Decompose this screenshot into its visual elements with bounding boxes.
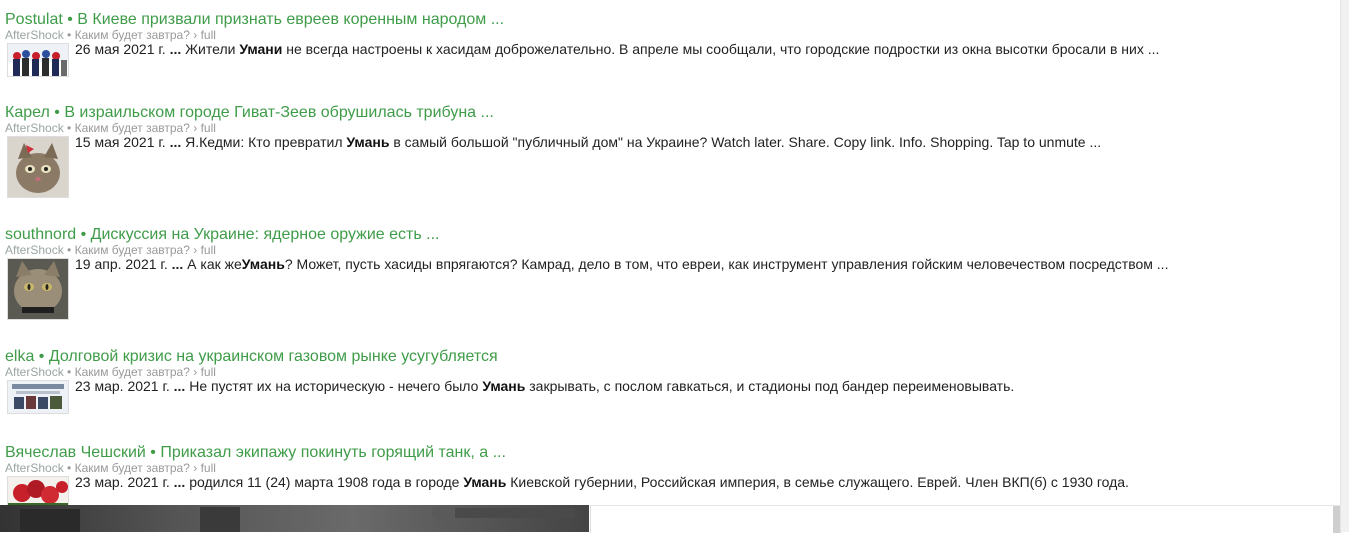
result-snippet: 23 мар. 2021 г. ... родился 11 (24) март… xyxy=(75,473,1129,491)
snippet-highlight: Умань xyxy=(346,134,390,150)
result-date: 23 мар. 2021 г. xyxy=(75,474,170,490)
snippet-text-before: родился 11 (24) марта 1908 года в городе xyxy=(189,474,460,490)
result-site-name: AfterShock xyxy=(5,121,64,135)
result-title-link[interactable]: Вячеслав Чешский • Приказал экипажу поки… xyxy=(5,444,506,462)
snippet-text-before: Жители xyxy=(185,41,236,57)
result-snippet: 23 мар. 2021 г. ... Не пустят их на исто… xyxy=(75,377,1014,395)
result-title-link[interactable]: Карел • В израильском городе Гиват-Зеев … xyxy=(5,104,494,122)
result-site-name: AfterShock xyxy=(5,365,64,379)
result-site-name: AfterShock xyxy=(5,243,64,257)
result-snippet: 26 мая 2021 г. ... Жители Умани не всегд… xyxy=(75,40,1159,58)
snippet-text-after: закрывать, с послом гавкаться, и стадион… xyxy=(529,378,1015,394)
result-ellipsis: ... xyxy=(171,256,184,272)
snippet-text-before: Не пустят их на историческую - нечего бы… xyxy=(189,378,479,394)
result-title-link[interactable]: elka • Долговой кризис на украинском газ… xyxy=(5,348,498,366)
result-snippet: 15 мая 2021 г. ... Я.Кедми: Кто преврати… xyxy=(75,133,1101,151)
result-date: 23 мар. 2021 г. xyxy=(75,378,170,394)
result-ellipsis: ... xyxy=(169,134,182,150)
result-title-link[interactable]: southnord • Дискуссия на Украине: ядерно… xyxy=(5,226,439,244)
result-thumbnail[interactable] xyxy=(7,136,69,198)
content-panel xyxy=(590,505,1341,533)
search-results-list: Postulat • В Киеве призвали признать евр… xyxy=(0,0,1340,510)
result-site-name: AfterShock xyxy=(5,461,64,475)
result-thumbnail[interactable] xyxy=(7,43,69,77)
result-date: 19 апр. 2021 г. xyxy=(75,256,168,272)
result-ellipsis: ... xyxy=(169,41,182,57)
result-thumbnail[interactable] xyxy=(7,380,69,414)
vertical-scrollbar[interactable] xyxy=(1340,0,1349,532)
result-snippet: 19 апр. 2021 г. ... А как жеУмань? Может… xyxy=(75,255,1168,273)
result-thumbnail[interactable] xyxy=(7,258,69,320)
snippet-text-after: ? Может, пусть хасиды впрягаются? Камрад… xyxy=(284,256,1169,272)
snippet-highlight: Умани xyxy=(239,41,283,57)
result-title-link[interactable]: Postulat • В Киеве призвали признать евр… xyxy=(5,11,504,29)
snippet-text-before: А как же xyxy=(187,256,242,272)
snippet-highlight: Умань xyxy=(241,256,285,272)
snippet-highlight: Умань xyxy=(482,378,526,394)
snippet-text-before: Я.Кедми: Кто превратил xyxy=(185,134,343,150)
result-date: 26 мая 2021 г. xyxy=(75,41,166,57)
result-site-name: AfterShock xyxy=(5,28,64,42)
page-below-content xyxy=(0,505,1341,533)
result-ellipsis: ... xyxy=(173,378,186,394)
snippet-highlight: Умань xyxy=(463,474,507,490)
background-photo xyxy=(0,505,589,532)
snippet-text-after: Киевской губернии, Российская империя, в… xyxy=(510,474,1129,490)
snippet-text-after: не всегда настроены к хасидам доброжелат… xyxy=(286,41,1160,57)
snippet-text-after: в самый большой "публичный дом" на Украи… xyxy=(393,134,1102,150)
result-ellipsis: ... xyxy=(173,474,186,490)
result-date: 15 мая 2021 г. xyxy=(75,134,166,150)
